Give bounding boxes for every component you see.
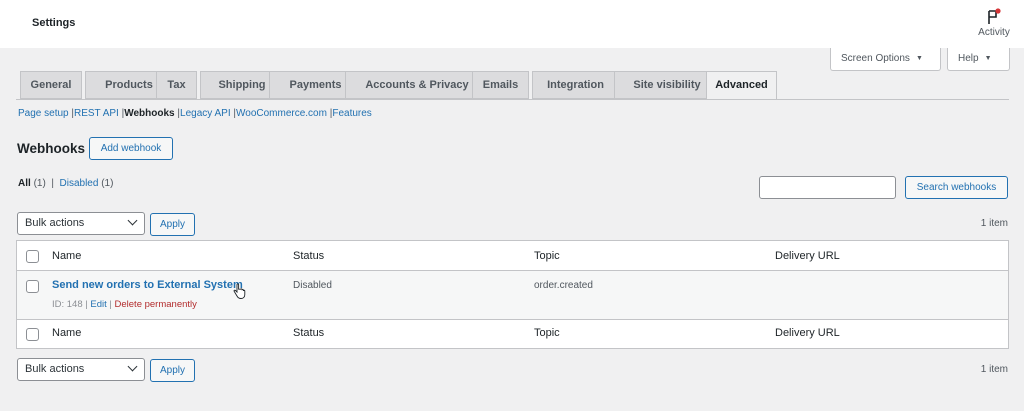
select-all-checkbox-footer[interactable] [26, 328, 39, 341]
webhooks-table: Name Status Topic Delivery URL Send new … [16, 240, 1009, 349]
row-actions: ID: 148 | Edit | Delete permanently [52, 299, 197, 310]
filter-all[interactable]: All [18, 178, 31, 189]
help-button[interactable]: Help ▼ [947, 48, 1010, 71]
edit-link[interactable]: Edit [90, 299, 106, 310]
activity-button[interactable]: Activity [974, 8, 1014, 38]
filter-all-count: (1) [33, 178, 46, 189]
column-header-status: Status [293, 250, 325, 262]
table-header-row: Name Status Topic Delivery URL [17, 241, 1008, 271]
table-footer-row: Name Status Topic Delivery URL [17, 319, 1008, 348]
column-header-delivery-url: Delivery URL [775, 250, 840, 262]
subnav-rest-api[interactable]: REST API [74, 108, 119, 119]
tab-accounts-privacy[interactable]: Accounts & Privacy [345, 71, 489, 99]
hand-pointer-cursor-icon [233, 283, 246, 299]
subnav-legacy-api[interactable]: Legacy API [180, 108, 231, 119]
tab-tax[interactable]: Tax [156, 71, 197, 99]
select-all-checkbox[interactable] [26, 250, 39, 263]
page-header-title: Settings [32, 17, 76, 29]
subnav-page-setup[interactable]: Page setup [18, 108, 69, 119]
help-label: Help [958, 53, 979, 64]
row-checkbox[interactable] [26, 280, 39, 293]
tab-general[interactable]: General [20, 71, 82, 99]
apply-button-bottom[interactable]: Apply [150, 359, 195, 382]
delete-permanently-link[interactable]: Delete permanently [115, 299, 197, 310]
advanced-subnav: Page setup |REST API |Webhooks |Legacy A… [18, 108, 372, 119]
search-webhooks-button[interactable]: Search webhooks [905, 176, 1008, 199]
items-count-bottom: 1 item [980, 364, 1008, 375]
chevron-down-icon [127, 215, 138, 226]
filter-separator: | [48, 178, 57, 189]
filter-disabled[interactable]: Disabled [60, 178, 99, 189]
column-footer-status: Status [293, 327, 325, 339]
bulk-actions-value: Bulk actions [25, 363, 85, 375]
status-filters: All (1) | Disabled (1) [18, 178, 113, 189]
activity-label: Activity [978, 27, 1010, 38]
bulk-actions-select-top[interactable]: Bulk actions [17, 212, 145, 235]
subnav-woocommerce-com[interactable]: WooCommerce.com [236, 108, 327, 119]
webhook-name-link[interactable]: Send new orders to External System [52, 279, 243, 291]
apply-button-top[interactable]: Apply [150, 213, 195, 236]
caret-down-icon: ▼ [984, 55, 992, 62]
chevron-down-icon [127, 361, 138, 372]
tab-integration[interactable]: Integration [532, 71, 619, 99]
table-row: Send new orders to External System ID: 1… [17, 271, 1008, 319]
tab-emails[interactable]: Emails [472, 71, 529, 99]
subnav-webhooks[interactable]: Webhooks [124, 108, 174, 119]
caret-down-icon: ▼ [915, 55, 923, 62]
column-footer-delivery-url: Delivery URL [775, 327, 840, 339]
activity-flag-icon [988, 8, 1001, 24]
add-webhook-button[interactable]: Add webhook [89, 137, 173, 160]
tab-site-visibility[interactable]: Site visibility [614, 71, 720, 99]
tab-advanced[interactable]: Advanced [706, 71, 777, 100]
screen-options-button[interactable]: Screen Options ▼ [830, 48, 941, 71]
webhook-status: Disabled [293, 280, 332, 291]
webhook-id: ID: 148 [52, 299, 83, 310]
column-header-topic: Topic [534, 250, 560, 262]
page-title: Webhooks [17, 141, 86, 156]
webhook-topic: order.created [534, 280, 593, 291]
column-footer-name[interactable]: Name [52, 327, 81, 339]
top-header-bar: Settings Activity [0, 0, 1024, 48]
items-count-top: 1 item [980, 218, 1008, 229]
screen-options-label: Screen Options [841, 53, 910, 64]
bulk-actions-select-bottom[interactable]: Bulk actions [17, 358, 145, 381]
column-header-name[interactable]: Name [52, 250, 81, 262]
filter-disabled-count: (1) [101, 178, 114, 189]
search-input[interactable] [759, 176, 896, 199]
tabs-divider [16, 99, 1009, 100]
column-footer-topic: Topic [534, 327, 560, 339]
subnav-features[interactable]: Features [332, 108, 371, 119]
bulk-actions-value: Bulk actions [25, 217, 85, 229]
